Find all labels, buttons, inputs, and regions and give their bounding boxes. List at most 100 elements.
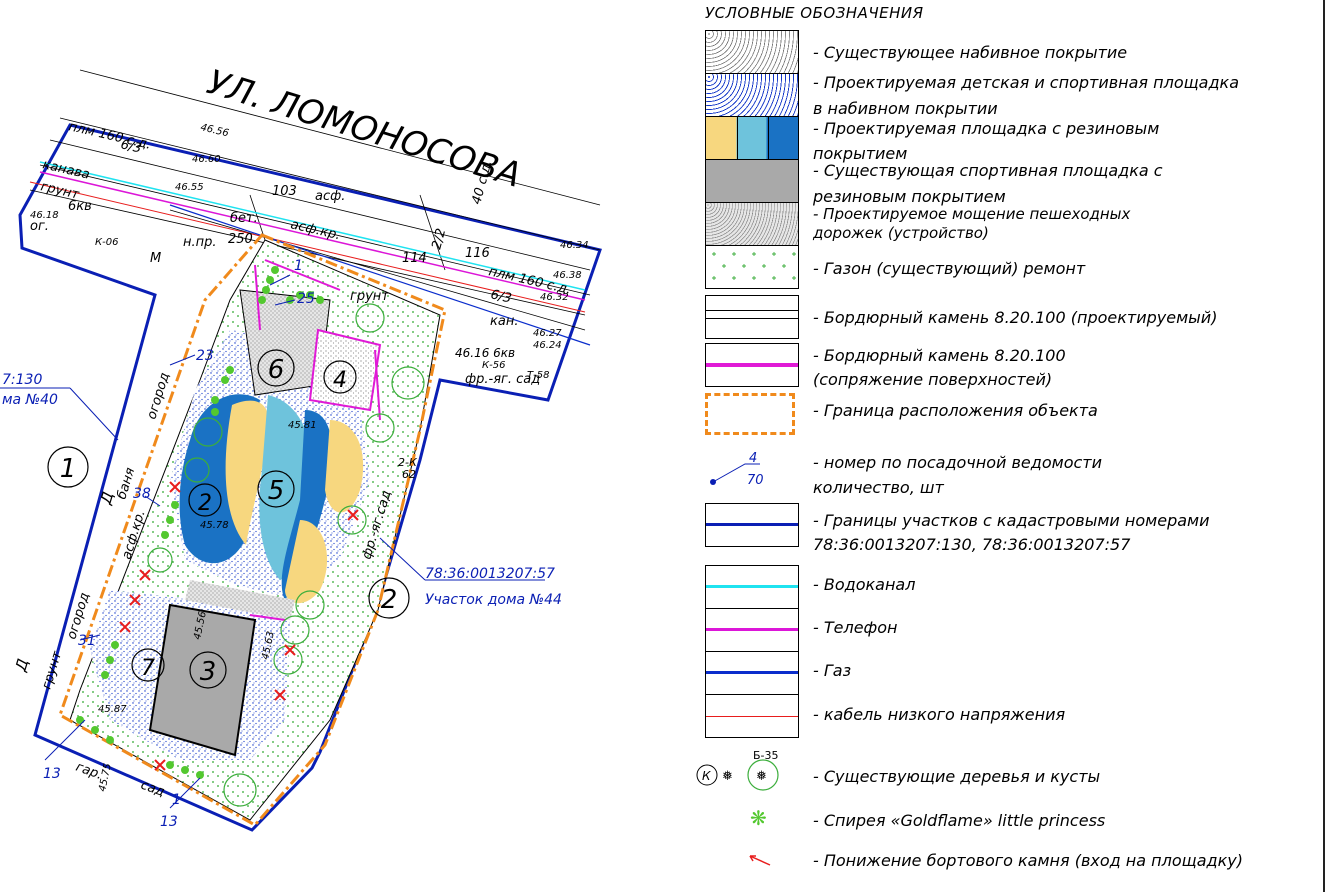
site-plan: 1 2 3 4 5 6 7 2 УЛ. ЛОМОНОСОВА 7:130 ма … xyxy=(0,62,602,832)
legend-label-planting-2: количество, шт xyxy=(813,478,944,497)
zone-1: 1 xyxy=(60,454,77,484)
zone-3: 3 xyxy=(200,657,217,687)
planting-marker-38: 38 xyxy=(133,486,151,502)
legend-label-object-boundary: - Граница расположения объекта xyxy=(813,401,1098,420)
label-250: 250 xyxy=(228,232,253,247)
swatch-gas xyxy=(705,651,799,695)
legend-label-projected-dotted-2: в набивном покрытии xyxy=(813,99,998,118)
swatch-telephone xyxy=(705,608,799,652)
zone-4: 4 xyxy=(333,368,347,393)
label-sad: сад xyxy=(139,778,167,800)
planting-marker-23: 23 xyxy=(196,348,214,364)
svg-text:К: К xyxy=(702,769,711,783)
legend-label-cadastral-2: 78:36:0013207:130, 78:36:0013207:57 xyxy=(813,535,1131,554)
label-116: 116 xyxy=(465,246,490,261)
swatch-object-boundary xyxy=(705,393,795,435)
label-k62b: 62 xyxy=(402,468,416,481)
plot-right-callout: 78:36:0013207:57 Участок дома №44 xyxy=(379,537,562,608)
legend-label-existing-rubber: - Существующая спортивная площадка с xyxy=(813,161,1163,180)
right-frame-line xyxy=(1323,0,1325,892)
legend-label-spirea: - Спирея «Goldflame» little princess xyxy=(813,811,1106,830)
label-asfkr: асф.кр. xyxy=(289,217,342,243)
swatch-rubber xyxy=(705,116,799,160)
plot-left-name: ма №40 xyxy=(2,392,58,408)
legend-label-existing-rubber-2: резиновым покрытием xyxy=(813,187,1006,206)
label-d2: Д xyxy=(11,656,32,674)
label-npr: н.пр. xyxy=(183,235,217,250)
legend-title: УСЛОВНЫЕ ОБОЗНАЧЕНИЯ xyxy=(705,4,924,22)
legend-label-gas: - Газ xyxy=(813,661,852,680)
zone-2b: 2 xyxy=(198,491,212,516)
planting-marker-1b: 1 xyxy=(172,792,181,808)
swatch-projected-dotted xyxy=(705,73,799,117)
label-4632: 46.32 xyxy=(540,292,569,303)
label-4627: 46.27 xyxy=(533,328,562,339)
plot-right-name: Участок дома №44 xyxy=(425,592,562,608)
label-6kv: 6кв xyxy=(68,199,92,214)
legend-label-paving: - Проектируемое мощение пешеходных xyxy=(813,205,1131,223)
label-103: 103 xyxy=(272,184,297,199)
planting-marker-13b: 13 xyxy=(160,814,178,830)
label-22: 2/2 xyxy=(429,227,449,251)
label-asf: асф. xyxy=(315,189,345,204)
planting-marker-25: 25 xyxy=(297,291,315,307)
swatch-existing-rubber xyxy=(705,159,799,203)
svg-text:❅: ❅ xyxy=(756,769,767,784)
swatch-cable xyxy=(705,694,799,738)
plot-left-number: 7:130 xyxy=(2,372,42,388)
legend-label-vodokanal: - Водоканал xyxy=(813,575,916,594)
planting-marker-1a: 1 xyxy=(294,258,303,274)
swatch-vodokanal xyxy=(705,565,799,609)
legend-label-curb-magenta: - Бордюрный камень 8.20.100 xyxy=(813,346,1066,365)
label-t58: Т-58 xyxy=(527,370,549,381)
label-4656: 46.56 xyxy=(199,122,229,139)
label-k56: К-56 xyxy=(482,360,505,371)
planting-marker-symbol: 4 70 xyxy=(710,451,764,488)
legend-label-existing-compacted: - Существующее набивное покрытие xyxy=(813,43,1128,62)
label-114: 114 xyxy=(402,251,427,266)
label-4655: 46.55 xyxy=(175,182,204,193)
label-grunt3: грунт xyxy=(39,649,65,691)
label-kan: кан. xyxy=(490,314,518,329)
swatch-existing-compacted xyxy=(705,30,799,74)
planting-marker-top: 4 xyxy=(749,451,757,466)
legend-label-curb-magenta-2: (сопряжение поверхностей) xyxy=(813,370,1053,389)
svg-text:❅: ❅ xyxy=(722,769,733,784)
legend-label-projected-dotted: - Проектируемая детская и спортивная пло… xyxy=(813,73,1240,92)
label-4587: 45.87 xyxy=(98,704,127,715)
label-63: 6/3 xyxy=(119,137,143,156)
legend-label-paving-2: дорожек (устройство) xyxy=(813,224,989,242)
tree-symbol-label: Б-35 xyxy=(753,749,779,762)
legend-label-cadastral: - Границы участков с кадастровыми номера… xyxy=(813,511,1210,530)
plot-right-number: 78:36:0013207:57 xyxy=(425,566,555,582)
legend-label-cable: - кабель низкого напряжения xyxy=(813,705,1066,724)
label-4581: 45.81 xyxy=(288,420,317,431)
label-grunt2: грунт xyxy=(350,289,389,304)
legend-panel: УСЛОВНЫЕ ОБОЗНАЧЕНИЯ - Существующее наби… xyxy=(695,0,1327,892)
planting-marker-bottom: 70 xyxy=(747,473,764,488)
zone-6: 6 xyxy=(268,355,285,385)
zone-7: 7 xyxy=(141,656,155,681)
label-4634: 46.34 xyxy=(560,240,589,251)
legend-label-rubber: - Проектируемая площадка с резиновым xyxy=(813,119,1160,138)
tree-symbol: К ❅ ❅ Б-35 xyxy=(696,749,779,791)
planting-marker-13a: 13 xyxy=(43,766,61,782)
label-m: М xyxy=(150,251,161,266)
zone-5: 5 xyxy=(268,476,285,506)
label-bet: бет. xyxy=(230,211,258,226)
zone-2: 2 xyxy=(381,585,398,615)
label-4578: 45.78 xyxy=(200,520,229,531)
label-4624: 46.24 xyxy=(533,340,562,351)
legend-label-planting: - номер по посадочной ведомости xyxy=(813,453,1102,472)
spirea-icon: ❋ xyxy=(750,806,767,830)
legend-label-curb: - Бордюрный камень 8.20.100 (проектируем… xyxy=(813,308,1218,327)
label-ogorod: огород xyxy=(144,371,172,421)
legend-label-telephone: - Телефон xyxy=(813,618,898,637)
swatch-curb xyxy=(705,295,799,339)
swatch-cadastral xyxy=(705,503,799,547)
swatch-lawn xyxy=(705,245,799,289)
plot-left-callout: 7:130 ма №40 xyxy=(0,372,119,441)
legend-label-trees: - Существующие деревья и кусты xyxy=(813,767,1101,786)
label-og: ог. xyxy=(30,219,49,234)
curb-lowering-arrow-icon xyxy=(749,855,771,866)
